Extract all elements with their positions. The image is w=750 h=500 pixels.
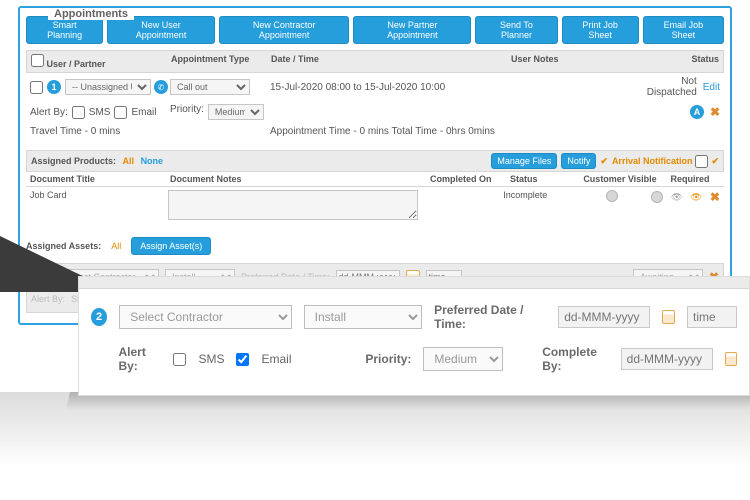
- col-doc-status: Status: [510, 174, 580, 184]
- row1-status: Not Dispatched: [640, 76, 697, 98]
- new-contractor-appointment-button[interactable]: New Contractor Appointment: [219, 16, 350, 44]
- notify-button[interactable]: Notify: [561, 153, 596, 169]
- panel-title: Appointments: [48, 8, 134, 20]
- assign-assets-button[interactable]: Assign Asset(s): [131, 237, 211, 255]
- customer-visible-toggle[interactable]: [606, 190, 618, 202]
- priority-select[interactable]: Medium: [208, 104, 264, 120]
- row2-alert-by: Alert By:: [31, 294, 65, 304]
- col-doc-cvis: Customer Visible: [580, 174, 660, 184]
- mag-row-1: 2 Select Contractor Install Preferred Da…: [91, 303, 737, 331]
- sms-label: SMS: [89, 107, 111, 118]
- col-doc-completed: Completed On: [430, 174, 510, 184]
- priority-label: Priority:: [170, 104, 204, 120]
- appt-total-time: Appointment Time - 0 mins Total Time - 0…: [270, 126, 510, 137]
- mag-calendar-icon-2[interactable]: [725, 352, 737, 366]
- doc-delete-icon[interactable]: ✖: [710, 190, 720, 204]
- mag-pref-date[interactable]: [558, 306, 650, 328]
- a-icon[interactable]: A: [690, 105, 704, 119]
- edit-link[interactable]: Edit: [703, 82, 720, 93]
- email-job-sheet-button[interactable]: Email Job Sheet: [643, 16, 724, 44]
- col-doc-notes: Document Notes: [170, 174, 430, 184]
- assets-all-link[interactable]: All: [111, 241, 121, 251]
- row1-datetime: 15-Jul-2020 08:00 to 15-Jul-2020 10:00: [270, 82, 510, 93]
- col-usernotes: User Notes: [507, 51, 643, 72]
- col-type: Appointment Type: [167, 51, 267, 72]
- alert-by-label: Alert By:: [30, 107, 68, 118]
- delete-icon[interactable]: ✖: [710, 105, 720, 119]
- arrival-checkbox[interactable]: [695, 155, 708, 168]
- mag-alert-by: Alert By:: [118, 345, 161, 373]
- assigned-assets: Assigned Assets: All Assign Asset(s): [26, 237, 724, 255]
- col-doc-title: Document Title: [30, 174, 170, 184]
- mag-complete-label: Complete By:: [542, 345, 608, 373]
- view-icon-alt[interactable]: 👁: [690, 192, 701, 203]
- row1-badge: 1: [47, 80, 61, 94]
- assigned-products-label: Assigned Products:: [31, 156, 116, 166]
- send-to-planner-button[interactable]: Send To Planner: [475, 16, 557, 44]
- mag-priority-select[interactable]: Medium: [423, 347, 502, 371]
- appointments-header: User / Partner Appointment Type Date / T…: [26, 50, 724, 73]
- assigned-all-link[interactable]: All: [123, 156, 135, 166]
- appointment-row-1c: Travel Time - 0 mins Appointment Time - …: [26, 123, 724, 140]
- new-user-appointment-button[interactable]: New User Appointment: [107, 16, 215, 44]
- mag-badge: 2: [91, 308, 107, 326]
- email-label: Email: [131, 107, 156, 118]
- appointment-row-1b: Alert By: SMS Email Priority: Medium A ✖: [26, 101, 724, 123]
- email-checkbox[interactable]: [114, 106, 127, 119]
- appointment-row-1: 1 -- Unassigned User -- ✆ Call out 15-Ju…: [26, 73, 724, 101]
- mag-row-2: Alert By: SMS Email Priority: Medium Com…: [91, 345, 737, 373]
- travel-time: Travel Time - 0 mins: [30, 126, 170, 137]
- mag-type-select[interactable]: Install: [304, 305, 422, 329]
- select-all-checkbox[interactable]: [31, 54, 44, 67]
- mag-priority-label: Priority:: [365, 352, 411, 366]
- mag-bar: [79, 277, 749, 289]
- appointment-type-select[interactable]: Call out: [170, 79, 250, 95]
- mag-sms-label: SMS: [198, 352, 224, 366]
- arrival-notification: Arrival Notification✔: [612, 155, 719, 168]
- col-status: Status: [643, 51, 723, 72]
- doc-notes-input[interactable]: [168, 190, 418, 220]
- manage-files-button[interactable]: Manage Files: [491, 153, 557, 169]
- user-select[interactable]: -- Unassigned User --: [65, 79, 151, 95]
- new-partner-appointment-button[interactable]: New Partner Appointment: [353, 16, 471, 44]
- col-doc-req: Required: [660, 174, 720, 184]
- mag-contractor-select[interactable]: Select Contractor: [119, 305, 291, 329]
- row1-checkbox[interactable]: [30, 81, 43, 94]
- mag-pref-label: Preferred Date / Time:: [434, 303, 546, 331]
- toolbar: Smart Planning New User Appointment New …: [26, 16, 724, 44]
- assets-label: Assigned Assets:: [26, 241, 101, 251]
- assigned-products-bar: Assigned Products: All None Manage Files…: [26, 150, 724, 172]
- smart-planning-button[interactable]: Smart Planning: [26, 16, 103, 44]
- doc-title: Job Card: [30, 190, 168, 200]
- phone-icon[interactable]: ✆: [154, 80, 168, 94]
- print-job-sheet-button[interactable]: Print Job Sheet: [562, 16, 639, 44]
- mag-complete-date[interactable]: [621, 348, 713, 370]
- assigned-none-link[interactable]: None: [141, 156, 164, 166]
- doc-row: Job Card Incomplete 👁 👁 ✖: [26, 187, 724, 225]
- docs-header: Document Title Document Notes Completed …: [26, 172, 724, 187]
- magnified-panel: 2 Select Contractor Install Preferred Da…: [78, 276, 750, 396]
- mag-pref-time[interactable]: [687, 306, 737, 328]
- col-user: User / Partner: [47, 59, 106, 69]
- mag-email-checkbox[interactable]: [236, 353, 249, 366]
- sms-checkbox[interactable]: [72, 106, 85, 119]
- mag-sms-checkbox[interactable]: [173, 353, 186, 366]
- required-toggle[interactable]: [651, 191, 663, 203]
- mag-email-label: Email: [261, 352, 291, 366]
- col-datetime: Date / Time: [267, 51, 507, 72]
- mag-calendar-icon[interactable]: [662, 310, 675, 324]
- doc-status: Incomplete: [503, 190, 572, 200]
- view-icon[interactable]: 👁: [671, 192, 682, 203]
